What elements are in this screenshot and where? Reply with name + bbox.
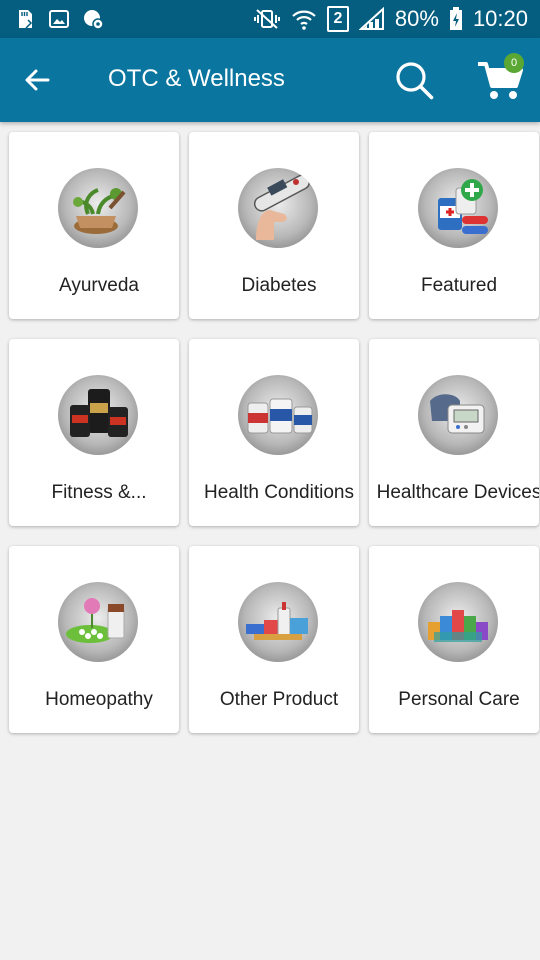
app-bar: OTC & Wellness 0 bbox=[0, 38, 540, 122]
image-icon bbox=[49, 10, 69, 28]
glucometer-icon bbox=[238, 168, 318, 248]
category-label: Other Product bbox=[219, 689, 339, 710]
system-status: 2 80% 10:20 bbox=[253, 4, 528, 34]
pill-bottles-icon bbox=[238, 375, 318, 455]
category-card-fitness[interactable]: Fitness &... bbox=[9, 339, 179, 526]
signal-icon bbox=[358, 7, 384, 30]
clock: 10:20 bbox=[472, 6, 528, 31]
category-card-ayurveda[interactable]: Ayurveda bbox=[9, 132, 179, 319]
battery-percent: 80% bbox=[394, 6, 439, 31]
supplement-tubs-icon bbox=[58, 375, 138, 455]
category-label: Healthcare Devices bbox=[376, 482, 539, 503]
category-label: Personal Care bbox=[398, 689, 520, 710]
page-title: OTC & Wellness bbox=[108, 65, 285, 92]
location-settings-icon bbox=[84, 10, 104, 30]
bp-monitor-icon bbox=[418, 375, 498, 455]
search-icon[interactable] bbox=[392, 58, 436, 102]
ayurveda-herbs-icon bbox=[58, 168, 138, 248]
assorted-products-icon bbox=[238, 582, 318, 662]
back-arrow-icon[interactable] bbox=[18, 60, 58, 100]
notification-icons bbox=[14, 8, 104, 30]
category-grid: Ayurveda Diabetes Featured Fitness &... … bbox=[0, 122, 540, 960]
personal-care-products-icon bbox=[418, 582, 498, 662]
battery-charging-icon bbox=[449, 7, 462, 30]
cart-count-badge: 0 bbox=[504, 53, 524, 73]
category-label: Health Conditions bbox=[204, 482, 354, 503]
wifi-icon bbox=[292, 10, 316, 30]
category-card-personal-care[interactable]: Personal Care bbox=[369, 546, 539, 733]
category-label: Ayurveda bbox=[59, 275, 139, 296]
medicine-bottles-icon bbox=[418, 168, 498, 248]
category-card-diabetes[interactable]: Diabetes bbox=[189, 132, 359, 319]
category-card-featured[interactable]: Featured bbox=[369, 132, 539, 319]
category-card-healthcare-devices[interactable]: Healthcare Devices bbox=[369, 339, 539, 526]
category-card-homeopathy[interactable]: Homeopathy bbox=[9, 546, 179, 733]
category-card-other-product[interactable]: Other Product bbox=[189, 546, 359, 733]
category-label: Featured bbox=[420, 275, 498, 296]
category-label: Homeopathy bbox=[45, 689, 153, 710]
homeopathy-pills-icon bbox=[58, 582, 138, 662]
sim-slot-indicator: 2 bbox=[326, 6, 349, 32]
category-label: Diabetes bbox=[241, 275, 317, 296]
sd-card-icon bbox=[19, 10, 33, 29]
status-bar: 2 80% 10:20 bbox=[0, 0, 540, 38]
vibrate-mute-icon bbox=[253, 9, 280, 29]
category-label: Fitness &... bbox=[51, 482, 147, 503]
category-card-health-conditions[interactable]: Health Conditions bbox=[189, 339, 359, 526]
